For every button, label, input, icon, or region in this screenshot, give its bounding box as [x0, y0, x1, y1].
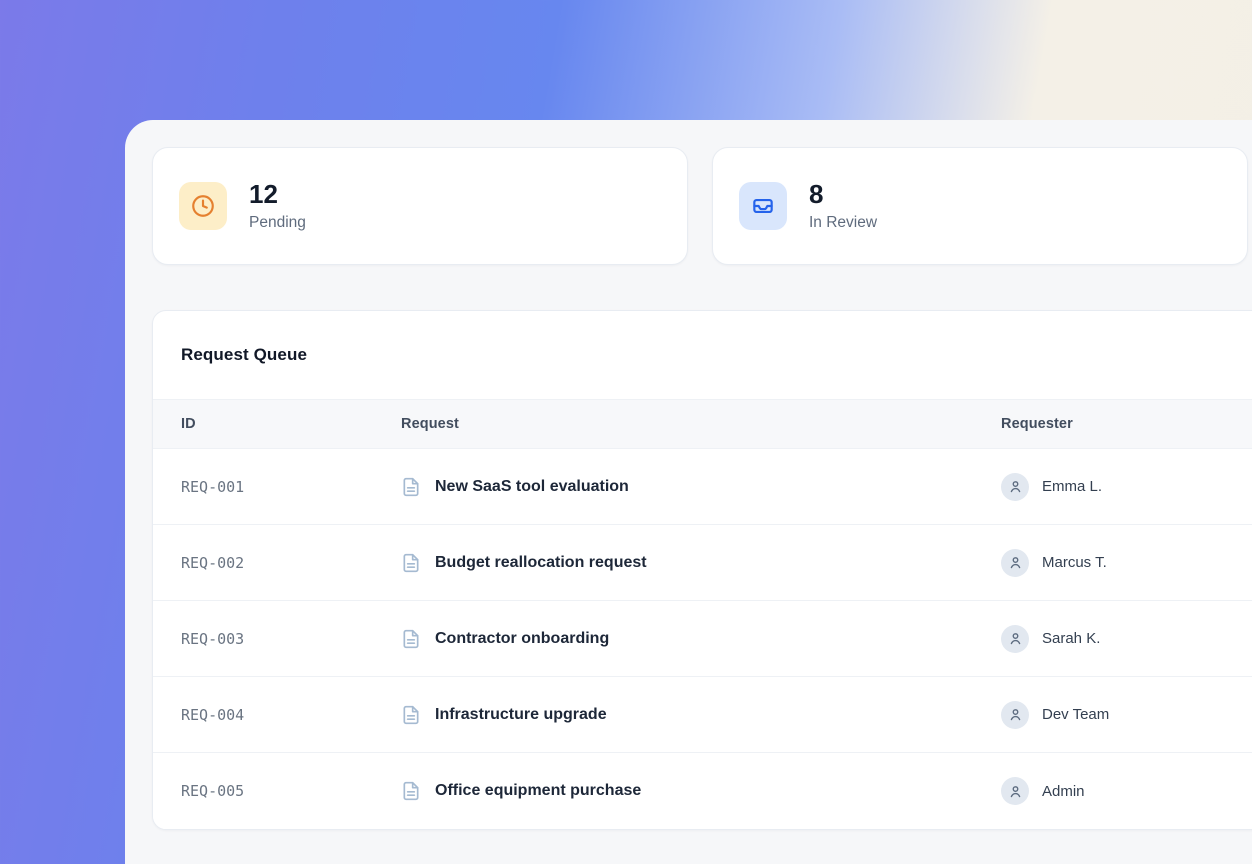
user-icon [1001, 549, 1029, 577]
table-row[interactable]: REQ-003 Contractor onboarding [153, 601, 1252, 677]
table-row[interactable]: REQ-005 Office equipment purchase [153, 753, 1252, 829]
request-id: REQ-001 [181, 478, 401, 496]
clock-icon [179, 182, 227, 230]
user-icon [1001, 473, 1029, 501]
file-text-icon [401, 781, 421, 801]
user-icon [1001, 777, 1029, 805]
request-id: REQ-004 [181, 706, 401, 724]
inbox-icon [739, 182, 787, 230]
requester-name: Sarah K. [1042, 630, 1100, 647]
requester-name: Admin [1042, 783, 1085, 800]
column-header-requester: Requester [1001, 416, 1252, 432]
stat-card-in-review: 8 In Review [712, 147, 1248, 265]
file-text-icon [401, 705, 421, 725]
table-title: Request Queue [181, 345, 307, 365]
file-text-icon [401, 477, 421, 497]
stat-card-pending: 12 Pending [152, 147, 688, 265]
table-title-section: Request Queue [153, 311, 1252, 399]
file-text-icon [401, 629, 421, 649]
column-header-id: ID [181, 416, 401, 432]
table-row[interactable]: REQ-001 New SaaS tool evaluation [153, 449, 1252, 525]
request-id: REQ-005 [181, 782, 401, 800]
user-icon [1001, 625, 1029, 653]
request-title: Budget reallocation request [435, 554, 647, 572]
request-title: Office equipment purchase [435, 782, 641, 800]
table-row[interactable]: REQ-002 Budget reallocation request [153, 525, 1252, 601]
request-title: Contractor onboarding [435, 630, 609, 648]
main-panel: 12 Pending 8 In Review Request Queue ID … [125, 120, 1252, 864]
table-row[interactable]: REQ-004 Infrastructure upgrade [153, 677, 1252, 753]
stats-row: 12 Pending 8 In Review [152, 147, 1252, 265]
user-icon [1001, 701, 1029, 729]
stat-text: 12 Pending [249, 180, 306, 232]
request-title: New SaaS tool evaluation [435, 478, 629, 496]
stat-value-in-review: 8 [809, 180, 877, 209]
request-title: Infrastructure upgrade [435, 706, 607, 724]
stat-label-pending: Pending [249, 214, 306, 232]
column-header-request: Request [401, 416, 1001, 432]
requester-name: Dev Team [1042, 706, 1109, 723]
file-text-icon [401, 553, 421, 573]
requester-name: Emma L. [1042, 478, 1102, 495]
request-queue-card: Request Queue ID Request Requester REQ-0… [152, 310, 1252, 830]
stat-text: 8 In Review [809, 180, 877, 232]
stat-label-in-review: In Review [809, 214, 877, 232]
stat-value-pending: 12 [249, 180, 306, 209]
requester-name: Marcus T. [1042, 554, 1107, 571]
request-id: REQ-003 [181, 630, 401, 648]
table-header-row: ID Request Requester [153, 399, 1252, 449]
request-id: REQ-002 [181, 554, 401, 572]
